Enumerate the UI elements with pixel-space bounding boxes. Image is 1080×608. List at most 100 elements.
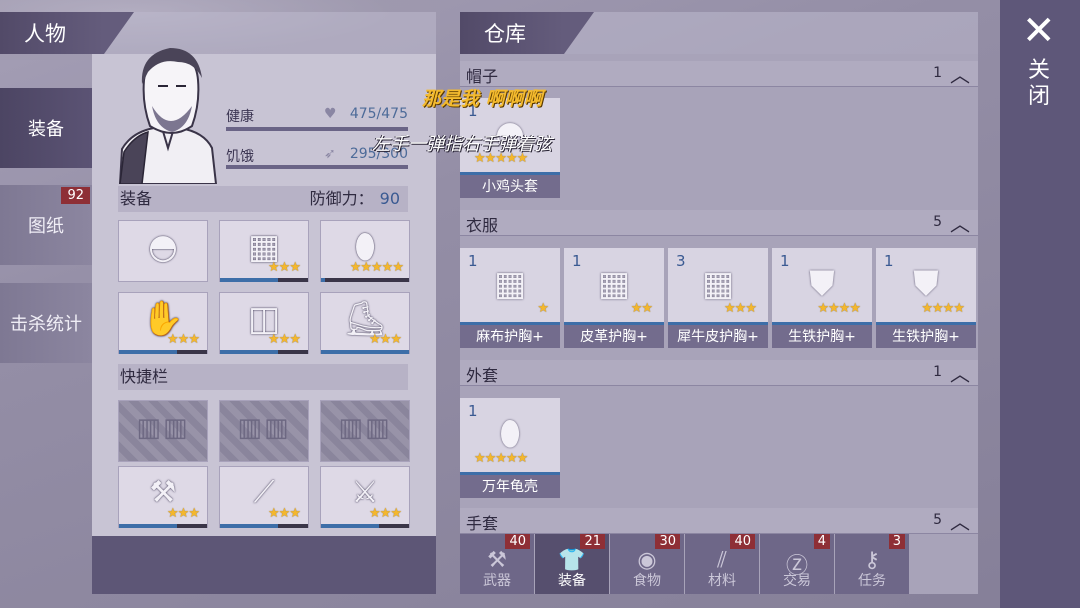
close-icon[interactable]: ✕ <box>1022 8 1056 54</box>
section-label: 外套 <box>466 366 499 385</box>
armor-icon: ⛊ <box>913 264 939 304</box>
quick-slot-locked[interactable]: ▥▥ <box>118 400 208 462</box>
tab-badge: 3 <box>888 534 905 549</box>
character-header: 人物 <box>0 12 134 54</box>
star-rating: ★★★★ <box>921 301 965 316</box>
durability-bar <box>119 524 178 528</box>
nav-kill-stats[interactable]: 击杀统计 <box>0 283 92 363</box>
star-rating: ★★★ <box>268 332 301 347</box>
shell-icon: ⬮ <box>499 414 521 454</box>
item-linen-chest[interactable]: 1 ▦ ★ 麻布护胸+ <box>460 248 560 348</box>
item-name: 生铁护胸+ <box>772 322 872 348</box>
tab-label: 交易 <box>783 573 811 589</box>
character-panel-footer <box>92 536 436 594</box>
star-rating: ★★★ <box>369 332 402 347</box>
durability-bar <box>321 350 409 354</box>
section-label: 衣服 <box>466 216 499 235</box>
tab-badge: 4 <box>813 534 830 549</box>
vest-icon: ▦ <box>701 264 735 304</box>
tab-quests[interactable]: 3 ⚷ 任务 <box>835 534 909 594</box>
quick-slot-locked[interactable]: ▥▥ <box>219 400 309 462</box>
durability-bar <box>321 524 380 528</box>
quick-slot-axe[interactable]: ⚒ ★★★ <box>118 466 208 528</box>
hunger-icon: ➶ <box>324 146 336 162</box>
item-name: 犀牛皮护胸+ <box>668 322 768 348</box>
overlay-caption-1: 那是我 啊啊啊 <box>422 88 543 110</box>
durability-bar <box>321 278 325 282</box>
defense-value: 90 <box>379 189 400 208</box>
item-rhino-chest[interactable]: 3 ▦ ★★★ 犀牛皮护胸+ <box>668 248 768 348</box>
section-count: 5 <box>933 214 942 230</box>
equip-slot-coat[interactable]: ⬮ ★★★★★ <box>320 220 410 282</box>
quick-slot-machete[interactable]: ⚔ ★★★ <box>320 466 410 528</box>
section-gloves[interactable]: 手套 5 ︿ <box>460 508 978 534</box>
quick-slot-locked[interactable]: ▥▥ <box>320 400 410 462</box>
tab-label: 装备 <box>558 573 586 589</box>
tab-weapons[interactable]: 40 ⚒ 武器 <box>460 534 534 594</box>
durability-track <box>321 278 409 282</box>
equip-slot-pants[interactable]: ◫ ★★★ <box>219 292 309 354</box>
star-rating: ★ <box>537 301 549 316</box>
nav-blueprints[interactable]: 图纸 92 <box>0 185 92 265</box>
defense-label: 防御力： <box>309 189 374 208</box>
stat-label: 饥饿 <box>226 149 254 165</box>
defense-stat: 防御力： 90 <box>310 186 400 212</box>
close-label[interactable]: 关闭 <box>1028 58 1052 110</box>
item-name: 麻布护胸+ <box>460 322 560 348</box>
vest-icon: ▦ <box>597 264 631 304</box>
fence-icon: ▥▥ <box>136 413 190 443</box>
fence-icon: ▥▥ <box>237 413 291 443</box>
star-rating: ★★★★★ <box>474 451 528 466</box>
durability-bar <box>220 278 279 282</box>
star-rating: ★★★ <box>268 506 301 521</box>
equip-slot-body[interactable]: ▦ ★★★ <box>219 220 309 282</box>
heart-icon: ♥ <box>324 106 337 122</box>
tab-trade[interactable]: 4 Ⓩ 交易 <box>760 534 834 594</box>
tab-materials[interactable]: 40 ⫽ 材料 <box>685 534 759 594</box>
section-count: 1 <box>933 65 942 81</box>
quick-slot-spear[interactable]: ⟋ ★★★ <box>219 466 309 528</box>
chevron-up-icon[interactable]: ︿ <box>950 358 970 387</box>
tab-equipment[interactable]: 21 👕 装备 <box>535 534 609 594</box>
fence-icon: ▥▥ <box>338 413 392 443</box>
quickbar-label: 快捷栏 <box>120 367 169 386</box>
item-name: 生铁护胸+ <box>876 322 976 348</box>
star-rating: ★★★★★ <box>349 260 404 275</box>
star-rating: ★★★ <box>167 332 200 347</box>
star-rating: ★★★ <box>268 260 301 275</box>
section-count: 1 <box>933 364 942 380</box>
chevron-up-icon[interactable]: ︿ <box>950 506 970 535</box>
star-rating: ★★ <box>630 301 653 316</box>
hat-icon: ◓ <box>148 227 178 267</box>
tab-label: 任务 <box>858 573 886 589</box>
chevron-up-icon[interactable]: ︿ <box>950 208 970 237</box>
star-rating: ★★★ <box>369 506 402 521</box>
section-count: 5 <box>933 512 942 528</box>
star-rating: ★★★ <box>724 301 757 316</box>
section-clothes[interactable]: 衣服 5 ︿ <box>460 210 978 236</box>
nav-label: 图纸 <box>28 216 64 237</box>
tab-food[interactable]: 30 ◉ 食物 <box>610 534 684 594</box>
tab-badge: 40 <box>730 534 755 549</box>
durability-bar <box>119 350 178 354</box>
equip-slot-gloves[interactable]: ✋ ★★★ <box>118 292 208 354</box>
chevron-up-icon[interactable]: ︿ <box>950 59 970 88</box>
item-leather-chest[interactable]: 1 ▦ ★★ 皮革护胸+ <box>564 248 664 348</box>
vest-icon: ▦ <box>493 264 527 304</box>
item-name: 万年龟壳 <box>460 472 560 498</box>
equipment-label: 装备 <box>120 189 153 208</box>
tab-badge: 30 <box>655 534 680 549</box>
durability-bar <box>220 524 279 528</box>
warehouse-header-title: 仓库 <box>484 22 526 46</box>
stat-value: 475/475 <box>349 106 408 122</box>
item-iron-chest[interactable]: 1 ⛊ ★★★★ 生铁护胸+ <box>876 248 976 348</box>
section-coats[interactable]: 外套 1 ︿ <box>460 360 978 386</box>
tab-badge: 40 <box>505 534 530 549</box>
item-iron-chest[interactable]: 1 ⛊ ★★★★ 生铁护胸+ <box>772 248 872 348</box>
equip-slot-shoes[interactable]: ⛸ ★★★ <box>320 292 410 354</box>
item-turtle-shell[interactable]: 1 ⬮ ★★★★★ 万年龟壳 <box>460 398 560 498</box>
section-label: 手套 <box>466 514 499 533</box>
nav-equipment[interactable]: 装备 <box>0 88 92 168</box>
armor-icon: ⛊ <box>809 264 835 304</box>
equip-slot-head[interactable]: ◓ <box>118 220 208 282</box>
